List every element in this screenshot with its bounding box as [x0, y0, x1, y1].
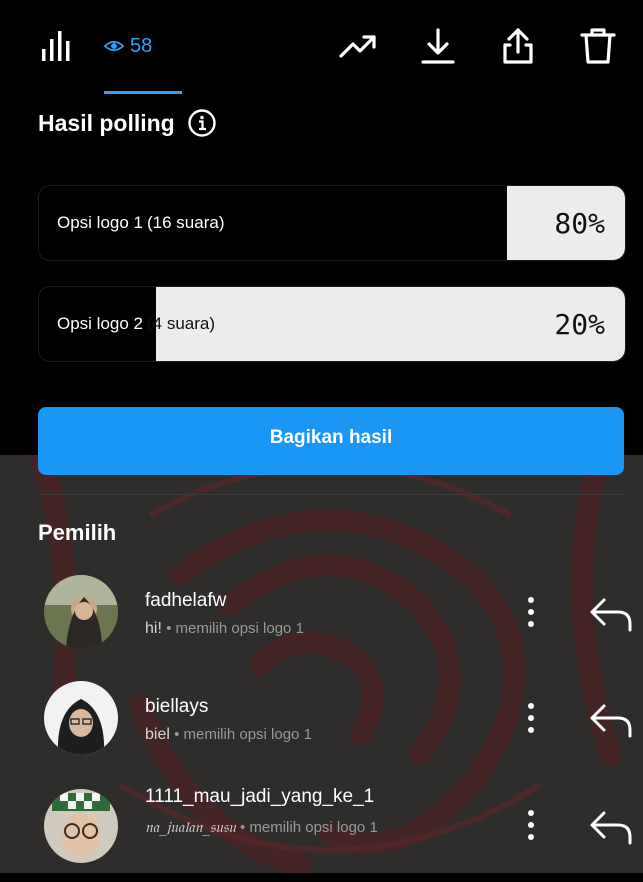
poll-option-1-votes: (16 suara) — [147, 213, 225, 232]
separator: • — [174, 726, 180, 743]
poll-title: Hasil polling — [38, 109, 175, 136]
voter-username[interactable]: fadhelafw — [145, 590, 226, 612]
info-icon[interactable] — [187, 108, 217, 138]
poll-option-2-label: Opsi logo 2 — [57, 314, 143, 333]
poll-option-2: Opsi logo 2 (4 suara) 20% — [38, 286, 626, 362]
voter-row[interactable]: biellays biel • memilih opsi logo 1 — [0, 676, 643, 776]
voter-action: memilih opsi logo 1 — [175, 620, 304, 637]
active-tab-indicator — [104, 91, 182, 94]
reply-icon[interactable] — [588, 805, 634, 845]
reply-icon[interactable] — [588, 698, 634, 738]
share-icon[interactable] — [498, 26, 538, 66]
voter-row[interactable]: 1111_mau_jadi_yang_ke_1 𝔫𝔞_𝔧𝔲𝔞𝔩𝔞𝔫_𝔰𝔲𝔰𝔲 •… — [0, 782, 643, 882]
voter-nickname: biel — [145, 726, 170, 743]
poll-option-2-percent: 20% — [554, 307, 605, 341]
avatar[interactable] — [44, 789, 118, 863]
avatar[interactable] — [44, 681, 118, 755]
poll-option-1-label: Opsi logo 1 — [57, 213, 143, 232]
voter-nickname: hi! — [145, 620, 162, 637]
voter-row[interactable]: fadhelafw hi! • memilih opsi logo 1 — [0, 570, 643, 670]
voter-action: memilih opsi logo 1 — [183, 726, 312, 743]
more-options-icon[interactable] — [521, 808, 541, 842]
viewers-tab[interactable]: 58 — [104, 26, 152, 66]
avatar[interactable] — [44, 575, 118, 649]
section-divider — [38, 494, 624, 495]
voter-action: memilih opsi logo 1 — [249, 819, 378, 836]
eye-icon — [104, 41, 124, 51]
voters-title: Pemilih — [38, 520, 117, 545]
poll-title-row: Hasil polling — [38, 108, 217, 138]
voter-username[interactable]: biellays — [145, 696, 208, 718]
poll-option-1: Opsi logo 1 (16 suara) 80% — [38, 185, 626, 261]
trash-icon[interactable] — [578, 26, 618, 66]
bar-chart-icon[interactable] — [40, 27, 80, 63]
voter-nickname: 𝔫𝔞_𝔧𝔲𝔞𝔩𝔞𝔫_𝔰𝔲𝔰𝔲 — [145, 818, 236, 836]
download-icon[interactable] — [418, 26, 458, 66]
trending-icon[interactable] — [338, 26, 378, 66]
more-options-icon[interactable] — [521, 701, 541, 735]
top-bar: 58 — [0, 0, 643, 95]
viewers-count: 58 — [130, 34, 153, 57]
reply-icon[interactable] — [588, 592, 634, 632]
separator: • — [239, 819, 246, 836]
separator: • — [166, 620, 172, 637]
poll-option-1-percent: 80% — [554, 206, 605, 240]
share-results-button[interactable]: Bagikan hasil — [38, 407, 624, 475]
more-options-icon[interactable] — [521, 595, 541, 629]
voter-username[interactable]: 1111_mau_jadi_yang_ke_1 — [145, 786, 374, 808]
poll-option-2-votes: (4 suara) — [147, 314, 216, 333]
